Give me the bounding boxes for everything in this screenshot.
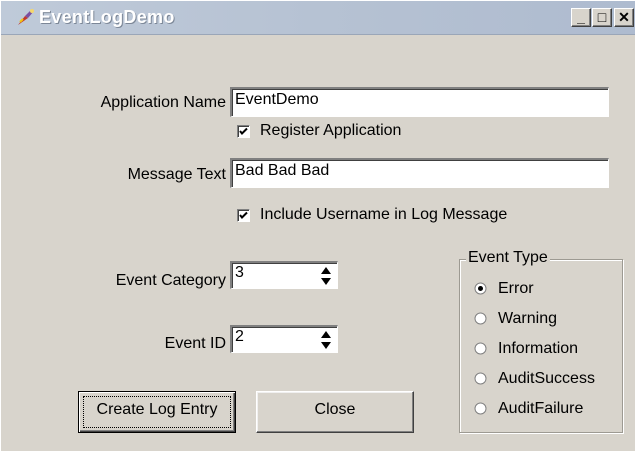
event-category-spinner[interactable]: 3 [230,261,338,289]
event-id-label: Event ID [164,335,226,352]
title-bar[interactable]: EventLogDemo _ □ ✕ [1,1,635,35]
close-button[interactable]: Close [256,391,414,433]
create-log-entry-label: Create Log Entry [96,401,218,418]
maximize-icon: □ [597,9,607,25]
radio-information-icon[interactable] [474,342,487,355]
close-window-button[interactable]: ✕ [614,8,634,27]
event-log-demo-window: EventLogDemo _ □ ✕ Application Name Even… [0,0,636,452]
checkmark-icon [239,211,248,219]
checkmark-icon [239,127,248,135]
radio-label-information[interactable]: Information [498,340,578,358]
radio-label-auditfailure[interactable]: AuditFailure [498,400,583,418]
register-application-label[interactable]: Register Application [260,122,401,140]
message-text-value: Bad Bad Bad [235,162,330,179]
window-title: EventLogDemo [39,7,175,27]
include-username-checkbox[interactable] [237,209,250,222]
message-text-input[interactable]: Bad Bad Bad [230,158,609,188]
event-id-spinner[interactable]: 2 [230,325,338,353]
message-text-label: Message Text [127,166,226,183]
close-button-label: Close [314,401,356,418]
radio-label-auditsuccess[interactable]: AuditSuccess [498,370,595,388]
radio-error-icon[interactable] [474,282,487,295]
application-name-input[interactable]: EventDemo [230,87,609,117]
include-username-label[interactable]: Include Username in Log Message [260,206,507,224]
application-name-label: Application Name [100,94,226,111]
spin-arrows-icon[interactable] [317,329,335,351]
maximize-button[interactable]: □ [592,8,612,27]
spin-arrows-icon[interactable] [317,265,335,287]
radio-warning-icon[interactable] [474,312,487,325]
minimize-button[interactable]: _ [571,8,591,27]
event-category-value: 3 [235,264,244,281]
app-icon [15,7,37,27]
close-icon: ✕ [618,9,630,25]
event-category-label: Event Category [115,272,226,289]
application-name-value: EventDemo [235,91,319,108]
radio-label-error[interactable]: Error [498,280,534,298]
create-log-entry-button[interactable]: Create Log Entry [78,391,236,433]
radio-auditsuccess-icon[interactable] [474,372,487,385]
register-application-checkbox[interactable] [237,125,250,138]
event-type-title: Event Type [466,249,550,267]
event-id-value: 2 [235,328,244,345]
radio-auditfailure-icon[interactable] [474,402,487,415]
minimize-icon: _ [577,9,585,25]
radio-label-warning[interactable]: Warning [498,310,557,328]
